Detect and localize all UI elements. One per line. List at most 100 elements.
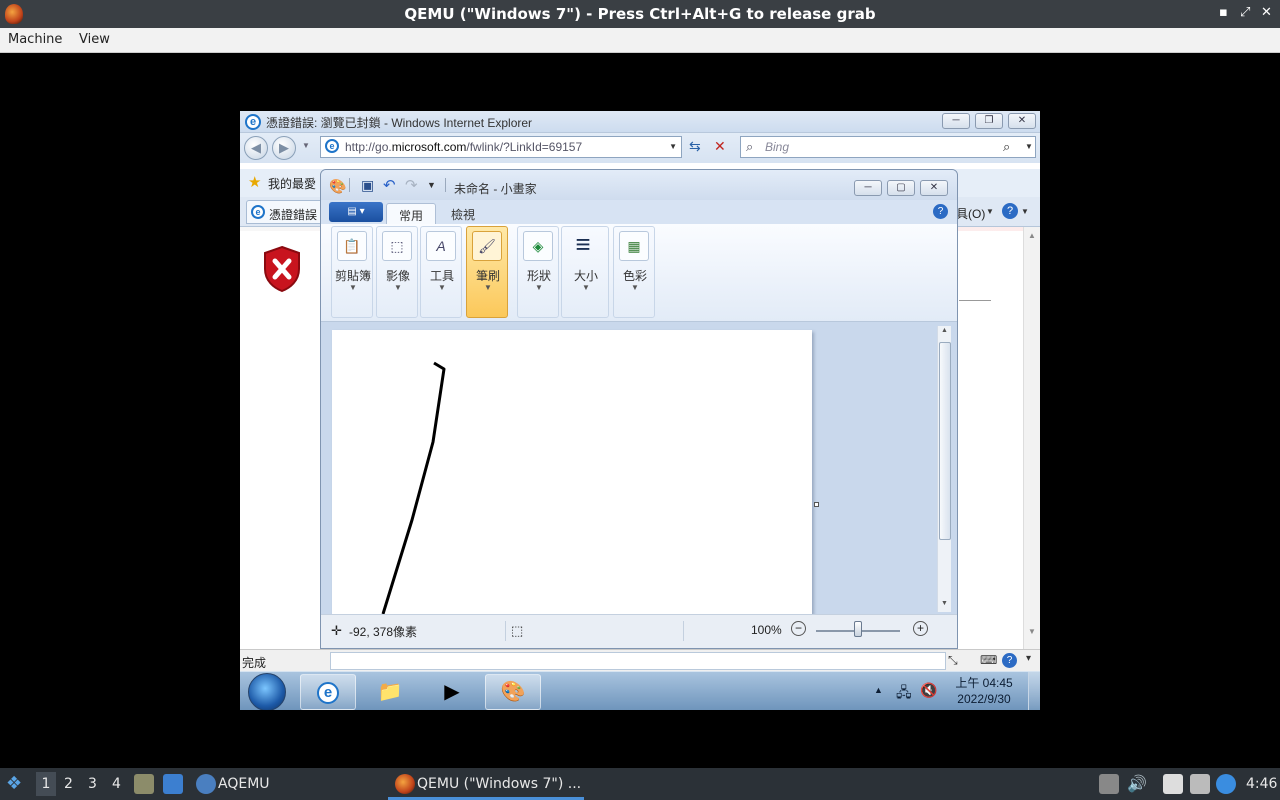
ie-restore-button[interactable]: ❐ [975, 113, 1003, 129]
taskbar-ie-button[interactable]: e [300, 674, 356, 710]
tray-clipboard-icon[interactable] [1099, 774, 1119, 794]
cursor-position-icon: ✛ [331, 623, 342, 638]
qat-separator [349, 178, 350, 192]
favorites-label[interactable]: 我的最愛 [268, 175, 316, 192]
address-dropdown-icon[interactable]: ▼ [669, 142, 677, 151]
host-clock: 4:46 [1246, 776, 1278, 792]
search-icon[interactable]: ⌕ [1003, 139, 1010, 155]
save-icon[interactable]: ▣ [361, 177, 374, 194]
show-desktop-button[interactable] [1028, 672, 1040, 710]
tools-dropdown-icon: ▼ [438, 283, 446, 292]
tab-view[interactable]: 檢視 [439, 203, 487, 224]
zoom-out-button[interactable]: − [791, 621, 806, 636]
search-input[interactable]: ⌕ Bing ⌕ ▼ [740, 136, 1036, 158]
paint-app-menu-button[interactable]: ▤ ▾ [329, 202, 383, 222]
scroll-up-icon[interactable]: ▲ [1028, 231, 1036, 240]
task-qemu[interactable]: QEMU ("Windows 7") ... [417, 776, 581, 792]
paint-help-icon[interactable]: ? [933, 204, 948, 219]
tray-network-icon[interactable]: 🖧 [896, 682, 912, 706]
workspace-4[interactable]: 4 [112, 776, 121, 792]
tray-volume-host-icon[interactable]: 🔊 [1127, 774, 1147, 793]
maximize-button[interactable]: ⤢ [1240, 5, 1250, 20]
ie-minimize-button[interactable]: ─ [942, 113, 970, 129]
history-dropdown-icon[interactable]: ▼ [302, 141, 310, 150]
back-button[interactable]: ◀ [244, 136, 268, 160]
status-menu-icon[interactable]: ▾ [1026, 653, 1031, 664]
undo-icon[interactable]: ↶ [383, 176, 396, 194]
tools-dropdown-icon[interactable]: ▼ [986, 207, 994, 216]
forward-button[interactable]: ▶ [272, 136, 296, 160]
paint-taskbar-icon: 🎨 [500, 681, 526, 703]
qat-customize-icon[interactable]: ▼ [427, 180, 436, 190]
refresh-icon[interactable]: ⇆ [689, 138, 701, 155]
win7-clock[interactable]: 上午 04:45 2022/9/30 [946, 675, 1022, 707]
search-dropdown-icon[interactable]: ▼ [1025, 142, 1033, 151]
status-divider-1 [505, 621, 506, 641]
menu-view[interactable]: View [79, 32, 110, 47]
redo-icon[interactable]: ↷ [405, 176, 418, 194]
taskbar-media-button[interactable]: ▶ [424, 674, 480, 710]
ie-close-button[interactable]: ✕ [1008, 113, 1036, 129]
group-colors[interactable]: ▦ 色彩 ▼ [613, 226, 655, 318]
help-dropdown-icon[interactable]: ▼ [1021, 207, 1029, 216]
show-desktop-icon[interactable] [163, 774, 183, 794]
app-launcher-icon[interactable]: ❖ [6, 773, 22, 794]
shapes-label: 形狀 [526, 269, 551, 283]
address-bar[interactable]: e http://go.microsoft.com/fwlink/?LinkId… [320, 136, 682, 158]
ie-tab[interactable]: e 憑證錯誤 [246, 200, 326, 224]
minimize-button[interactable]: ▪ [1219, 5, 1228, 20]
size-label: 大小 [573, 269, 598, 283]
zoom-in-button[interactable]: + [913, 621, 928, 636]
zoom-icon[interactable]: ⤡ [948, 653, 958, 668]
tools-menu[interactable]: 具(O) [956, 205, 985, 222]
group-image[interactable]: ⬚ 影像 ▼ [376, 226, 418, 318]
tray-notes-icon[interactable] [1163, 774, 1183, 794]
workspace-1[interactable]: 1 [36, 772, 56, 796]
colors-dropdown-icon: ▼ [631, 283, 639, 292]
paint-scroll-thumb[interactable] [939, 342, 951, 540]
qemu-window-title: QEMU ("Windows 7") - Press Ctrl+Alt+G to… [404, 5, 876, 23]
canvas-resize-handle[interactable] [814, 502, 819, 507]
paint-scroll-up-icon[interactable]: ▲ [941, 327, 948, 334]
scroll-down-icon[interactable]: ▼ [1028, 627, 1036, 636]
favorites-star-icon[interactable]: ★ [248, 173, 261, 191]
cursor-position: -92, 378像素 [349, 625, 418, 639]
group-brushes[interactable]: 🖌 筆刷 ▼ [466, 226, 508, 318]
paint-scroll-down-icon[interactable]: ▼ [941, 600, 948, 607]
tab-home[interactable]: 常用 [386, 203, 437, 224]
stop-icon[interactable]: ✕ [714, 138, 726, 155]
clipboard-label: 剪貼簿 [334, 269, 371, 283]
help-icon[interactable]: ? [1002, 203, 1018, 219]
file-manager-icon[interactable] [134, 774, 154, 794]
paint-vertical-scrollbar[interactable]: ▲ ▼ [937, 326, 951, 612]
paint-close-button[interactable]: ✕ [920, 180, 948, 196]
group-shapes[interactable]: ◈ 形狀 ▼ [517, 226, 559, 318]
address-host: microsoft.com [391, 140, 467, 154]
group-tools[interactable]: A 工具 ▼ [420, 226, 462, 318]
status-progress-area [330, 652, 946, 670]
menu-machine[interactable]: Machine [8, 32, 62, 47]
workspace-3[interactable]: 3 [88, 776, 97, 792]
close-button[interactable]: ✕ [1261, 5, 1272, 20]
drawing-canvas[interactable] [332, 330, 812, 615]
colors-icon: ▦ [619, 231, 649, 261]
host-panel: ❖ 1 2 3 4 AQEMU QEMU ("Windows 7") ... 🔊… [0, 768, 1280, 800]
drawn-stroke [381, 361, 446, 615]
status-help-icon[interactable]: ? [1002, 653, 1017, 668]
ie-tab-label: 憑證錯誤 [269, 208, 318, 222]
task-aqemu[interactable]: AQEMU [218, 776, 270, 792]
tray-display-icon[interactable] [1190, 774, 1210, 794]
taskbar-explorer-button[interactable]: 📁 [362, 674, 418, 710]
tray-expand-icon[interactable]: ▲ [874, 685, 883, 695]
ie-scrollbar[interactable]: ▲ ▼ [1023, 227, 1040, 649]
paint-maximize-button[interactable]: ▢ [887, 180, 915, 196]
group-clipboard[interactable]: 📋 剪貼簿 ▼ [331, 226, 373, 318]
paint-minimize-button[interactable]: ─ [854, 180, 882, 196]
workspace-2[interactable]: 2 [64, 776, 73, 792]
tray-volume-icon[interactable]: 🔇 [920, 682, 937, 699]
start-button[interactable] [248, 673, 286, 710]
tray-update-icon[interactable] [1216, 774, 1236, 794]
group-size[interactable]: ≡ 大小 ▼ [561, 226, 609, 318]
taskbar-paint-button[interactable]: 🎨 [485, 674, 541, 710]
zoom-slider-thumb[interactable] [854, 621, 862, 637]
